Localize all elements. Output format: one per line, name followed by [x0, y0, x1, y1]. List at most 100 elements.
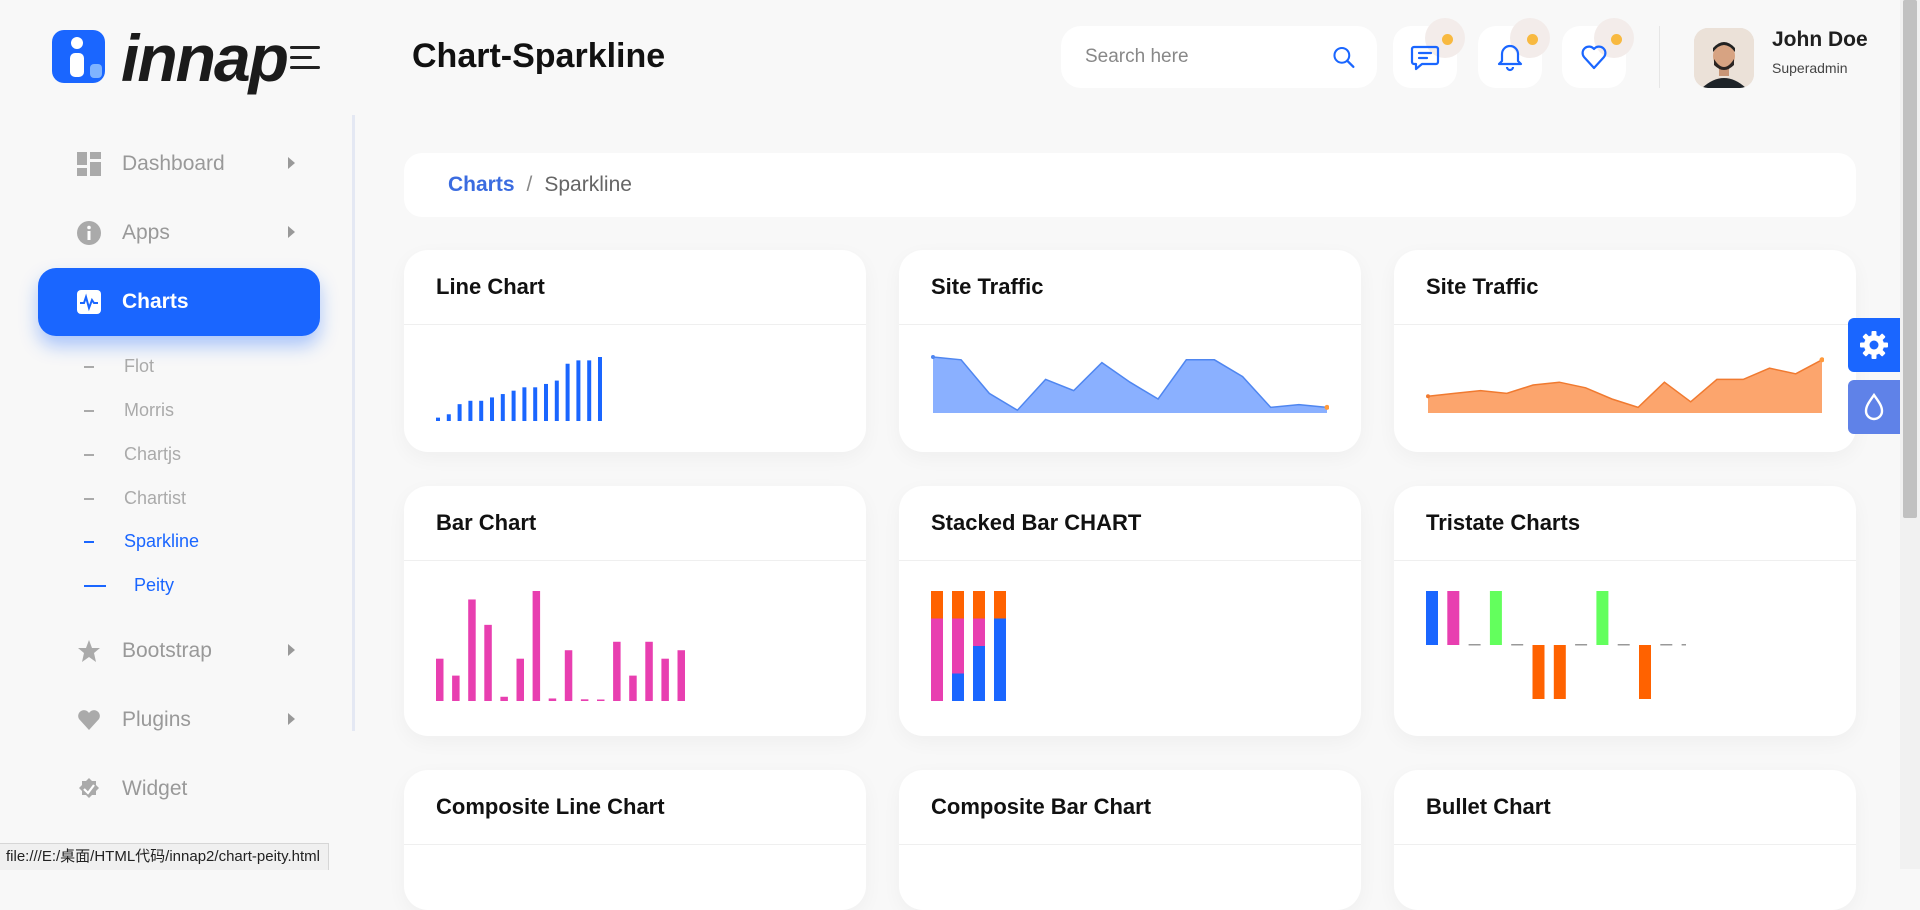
- sidebar-subitem-chartist[interactable]: Chartist: [84, 488, 186, 509]
- sidebar-subitem-peity[interactable]: Peity: [84, 575, 174, 596]
- caret-right-icon: [288, 157, 295, 169]
- bar: [500, 696, 508, 701]
- bar: [436, 417, 440, 421]
- sidebar-item-charts[interactable]: Charts: [38, 268, 320, 336]
- stacked-bar-segment: [973, 591, 985, 619]
- bar: [544, 383, 548, 421]
- page-title: Chart-Sparkline: [412, 37, 666, 75]
- stacked-bar-sparkline: [931, 591, 1006, 701]
- scrollbar-thumb[interactable]: [1903, 0, 1917, 518]
- sidebar-subitem-chartjs[interactable]: Chartjs: [84, 444, 181, 465]
- start-point: [1426, 394, 1430, 399]
- stacked-bar-segment: [994, 618, 1006, 701]
- bar: [613, 641, 621, 701]
- search-box: [1061, 26, 1377, 88]
- sidebar-subitem-morris[interactable]: Morris: [84, 400, 174, 421]
- bar: [564, 650, 573, 701]
- tristate-bar: [1511, 644, 1524, 646]
- sidebar-item-dashboard[interactable]: Dashboard: [38, 130, 320, 198]
- stacked-bar-segment: [952, 673, 964, 701]
- card-title: Composite Bar Chart: [899, 770, 1361, 845]
- sidebar-subitem-flot[interactable]: Flot: [84, 356, 154, 377]
- bar-chart-sparkline: [436, 591, 685, 701]
- favorites-button[interactable]: [1562, 18, 1634, 88]
- bar: [516, 658, 524, 701]
- sidebar-subitem-sparkline[interactable]: Sparkline: [84, 531, 199, 552]
- sidebar-item-label: Apps: [122, 221, 170, 244]
- tristate-bar: [1639, 645, 1651, 699]
- sidebar-item-bootstrap[interactable]: Bootstrap: [38, 617, 320, 685]
- bar: [452, 675, 460, 701]
- user-name[interactable]: John Doe: [1772, 28, 1868, 52]
- avatar[interactable]: [1694, 28, 1754, 88]
- bar: [533, 387, 538, 421]
- stacked-bar-segment: [952, 618, 964, 674]
- bar: [548, 698, 557, 701]
- start-point: [931, 355, 935, 359]
- header-divider: [1659, 26, 1660, 88]
- bar: [522, 387, 527, 421]
- browser-status-bar: file:///E:/桌面/HTML代码/innap2/chart-peity.…: [0, 843, 329, 870]
- bar: [446, 414, 451, 421]
- tristate-bar: [1426, 591, 1438, 645]
- card-composite-line-chart: Composite Line Chart: [404, 770, 866, 910]
- caret-right-icon: [288, 713, 295, 725]
- caret-right-icon: [288, 644, 295, 656]
- sidebar-item-label: Bootstrap: [122, 639, 212, 662]
- sidebar-item-plugins[interactable]: Plugins: [38, 686, 320, 754]
- card-stacked-bar-chart: Stacked Bar CHART: [899, 486, 1361, 736]
- bar: [436, 658, 444, 701]
- notification-dot: [1442, 34, 1453, 45]
- bar: [661, 658, 669, 701]
- subitem-label: Chartist: [124, 488, 187, 508]
- bar: [597, 699, 605, 701]
- droplet-icon: [1864, 393, 1884, 421]
- messages-button[interactable]: [1393, 18, 1465, 88]
- card-tristate-chart: Tristate Charts: [1394, 486, 1856, 736]
- logo-text: innap: [121, 21, 289, 95]
- subitem-label: Flot: [124, 356, 155, 376]
- sidebar-scroll-line: [352, 115, 355, 731]
- card-site-traffic-blue: Site Traffic: [899, 250, 1361, 452]
- bar: [468, 599, 476, 701]
- sidebar-item-widget[interactable]: Widget: [38, 755, 320, 823]
- site-traffic-area-chart: [1426, 357, 1824, 413]
- stacked-bar-segment: [931, 618, 943, 701]
- card-title: Bullet Chart: [1394, 770, 1856, 845]
- tristate-bar: [1447, 591, 1460, 645]
- sidebar-item-apps[interactable]: Apps: [38, 199, 320, 267]
- bar: [457, 404, 462, 421]
- sidebar-item-label: Plugins: [122, 708, 191, 731]
- menu-toggle-icon[interactable]: [290, 46, 320, 72]
- tristate-bar: [1489, 591, 1502, 645]
- search-input[interactable]: [1083, 45, 1332, 69]
- tristate-bar: [1468, 644, 1481, 646]
- card-title: Site Traffic: [899, 250, 1361, 325]
- bar: [479, 400, 484, 421]
- tristate-bar: [1660, 644, 1673, 646]
- theme-button[interactable]: [1848, 380, 1900, 434]
- subitem-label: Morris: [124, 400, 174, 420]
- tristate-bar: [1575, 644, 1588, 646]
- bar: [565, 363, 570, 421]
- card-line-chart: Line Chart: [404, 250, 866, 452]
- notifications-button[interactable]: [1478, 18, 1550, 88]
- user-avatar-icon: [1694, 28, 1754, 88]
- bar: [677, 650, 685, 701]
- notification-dot: [1527, 34, 1538, 45]
- breadcrumb-link-charts[interactable]: Charts: [448, 173, 515, 197]
- bar: [511, 390, 516, 421]
- search-icon[interactable]: [1332, 43, 1355, 71]
- breadcrumb-separator: /: [526, 173, 533, 196]
- tristate-bar: [1617, 644, 1630, 646]
- card-title: Site Traffic: [1394, 250, 1856, 325]
- card-title: Tristate Charts: [1394, 486, 1856, 561]
- star-icon: [76, 638, 102, 664]
- user-role: Superadmin: [1772, 60, 1848, 76]
- chart-pulse-icon: [76, 289, 102, 315]
- settings-button[interactable]: [1848, 318, 1900, 372]
- breadcrumb: Charts / Sparkline: [404, 153, 1856, 217]
- sidebar-item-label: Charts: [122, 290, 189, 313]
- bar: [468, 400, 473, 421]
- bell-icon: [1497, 44, 1523, 72]
